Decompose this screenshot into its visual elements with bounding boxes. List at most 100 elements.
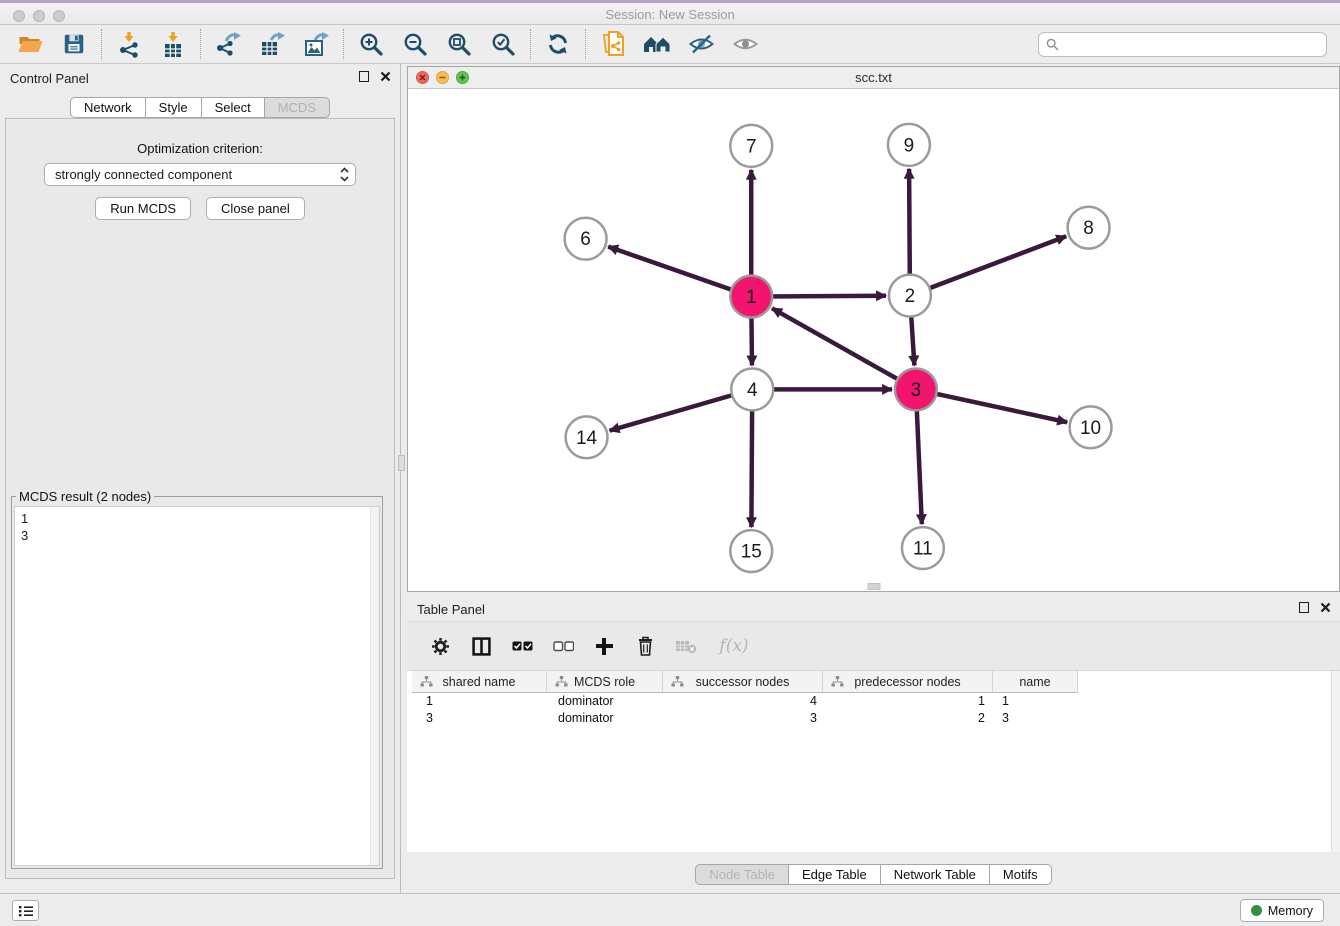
hierarchy-icon — [831, 676, 844, 687]
save-session-button[interactable] — [52, 27, 96, 61]
tab-network[interactable]: Network — [70, 97, 146, 118]
mcds-result-box[interactable]: 1 3 — [14, 506, 380, 866]
hide-selected-button[interactable] — [679, 27, 723, 61]
toolbar-separator — [585, 29, 586, 59]
close-panel-icon[interactable] — [380, 71, 391, 82]
toolbar-separator — [343, 29, 344, 59]
graph-node-label-11: 11 — [913, 539, 933, 560]
window-title: Session: New Session — [0, 7, 1340, 22]
home-view-button[interactable] — [635, 27, 679, 61]
zoom-out-icon — [403, 32, 428, 57]
zoom-fit-icon — [447, 32, 472, 57]
open-session-button[interactable] — [8, 27, 52, 61]
criterion-dropdown[interactable]: strongly connected component — [44, 163, 356, 186]
tab-motifs[interactable]: Motifs — [989, 864, 1052, 885]
table-settings-button[interactable] — [425, 629, 455, 663]
panel-splitter-handle[interactable] — [398, 455, 405, 471]
status-bar: Memory — [0, 893, 1340, 926]
column-header-mcds-role[interactable]: MCDS role — [547, 671, 663, 693]
graph-edge-1-6[interactable] — [608, 247, 751, 297]
tab-network-table[interactable]: Network Table — [880, 864, 990, 885]
tab-edge-table[interactable]: Edge Table — [788, 864, 881, 885]
memory-button[interactable]: Memory — [1240, 899, 1324, 922]
node-table: shared name MCDS role — [407, 670, 1340, 852]
open-folder-icon — [17, 32, 44, 56]
eye-slash-icon — [688, 31, 715, 57]
optimization-criterion-label: Optimization criterion: — [6, 141, 394, 156]
function-builder-button[interactable]: f(x) — [712, 629, 756, 663]
list-icon — [18, 905, 34, 917]
run-mcds-button[interactable]: Run MCDS — [95, 197, 191, 220]
select-all-columns-button[interactable] — [507, 629, 537, 663]
import-table-icon — [160, 31, 186, 58]
create-column-button[interactable] — [589, 629, 619, 663]
graph-node-label-7: 7 — [746, 136, 757, 157]
table-scrollbar[interactable] — [1331, 671, 1340, 852]
search-box[interactable] — [1038, 32, 1327, 57]
export-network-button[interactable] — [206, 27, 250, 61]
column-header-name[interactable]: name — [993, 671, 1078, 693]
import-table-button[interactable] — [151, 27, 195, 61]
show-columns-button[interactable] — [466, 629, 496, 663]
zoom-in-button[interactable] — [349, 27, 393, 61]
graph-edge-3-10[interactable] — [916, 389, 1067, 422]
network-canvas[interactable]: 1234678910111415 — [408, 89, 1339, 591]
float-panel-icon[interactable] — [359, 71, 369, 82]
memory-status-icon — [1251, 905, 1262, 916]
canvas-grip[interactable] — [867, 583, 880, 590]
graph-node-label-6: 6 — [580, 229, 591, 250]
function-icon: f(x) — [719, 636, 748, 656]
zoom-fit-button[interactable] — [437, 27, 481, 61]
float-panel-icon[interactable] — [1299, 602, 1309, 613]
export-table-icon — [259, 31, 286, 57]
graph-node-label-10: 10 — [1080, 418, 1101, 439]
deselect-all-columns-button[interactable] — [548, 629, 578, 663]
zoom-in-icon — [359, 32, 384, 57]
delete-column-button[interactable] — [630, 629, 660, 663]
table-row[interactable]: 1 dominator 4 1 1 — [407, 693, 1340, 710]
hierarchy-icon — [420, 676, 433, 687]
delete-table-button[interactable] — [671, 629, 701, 663]
network-window-titlebar[interactable]: scc.txt — [408, 67, 1339, 89]
tab-style[interactable]: Style — [145, 97, 202, 118]
hierarchy-icon — [671, 676, 684, 687]
graph-edge-3-1[interactable] — [772, 308, 916, 389]
task-history-button[interactable] — [12, 900, 39, 921]
graph-edge-4-14[interactable] — [610, 389, 753, 430]
graph-node-label-8: 8 — [1083, 218, 1094, 239]
zoom-selected-button[interactable] — [481, 27, 525, 61]
graph-edge-2-8[interactable] — [910, 236, 1066, 295]
column-header-successor-nodes[interactable]: successor nodes — [663, 671, 823, 693]
toolbar-separator — [101, 29, 102, 59]
criterion-value: strongly connected component — [55, 167, 340, 182]
mcds-result-fieldset: MCDS result (2 nodes) 1 3 — [11, 489, 383, 869]
save-disk-icon — [62, 32, 86, 56]
result-scrollbar[interactable] — [370, 507, 379, 865]
close-panel-icon[interactable] — [1320, 602, 1331, 613]
tab-mcds[interactable]: MCDS — [264, 97, 330, 118]
graph-node-label-2: 2 — [905, 286, 916, 307]
network-file-button[interactable] — [591, 27, 635, 61]
zoom-out-button[interactable] — [393, 27, 437, 61]
close-panel-button[interactable]: Close panel — [206, 197, 305, 220]
hierarchy-icon — [555, 676, 568, 687]
houses-icon — [642, 32, 672, 56]
import-network-button[interactable] — [107, 27, 151, 61]
tab-select[interactable]: Select — [201, 97, 265, 118]
column-header-predecessor-nodes[interactable]: predecessor nodes — [823, 671, 993, 693]
refresh-layout-button[interactable] — [536, 27, 580, 61]
export-image-button[interactable] — [294, 27, 338, 61]
search-input[interactable] — [1064, 35, 1326, 55]
table-toolbar: f(x) — [407, 621, 1340, 670]
deselect-all-icon — [553, 639, 574, 653]
eye-icon — [732, 31, 759, 57]
export-table-button[interactable] — [250, 27, 294, 61]
tab-node-table[interactable]: Node Table — [695, 864, 789, 885]
table-row[interactable]: 3 dominator 3 2 3 — [407, 710, 1340, 727]
graph-node-label-4: 4 — [747, 380, 758, 401]
column-header-shared-name[interactable]: shared name — [412, 671, 547, 693]
show-all-button[interactable] — [723, 27, 767, 61]
export-image-icon — [303, 31, 330, 57]
memory-label: Memory — [1268, 904, 1313, 918]
toolbar-separator — [200, 29, 201, 59]
